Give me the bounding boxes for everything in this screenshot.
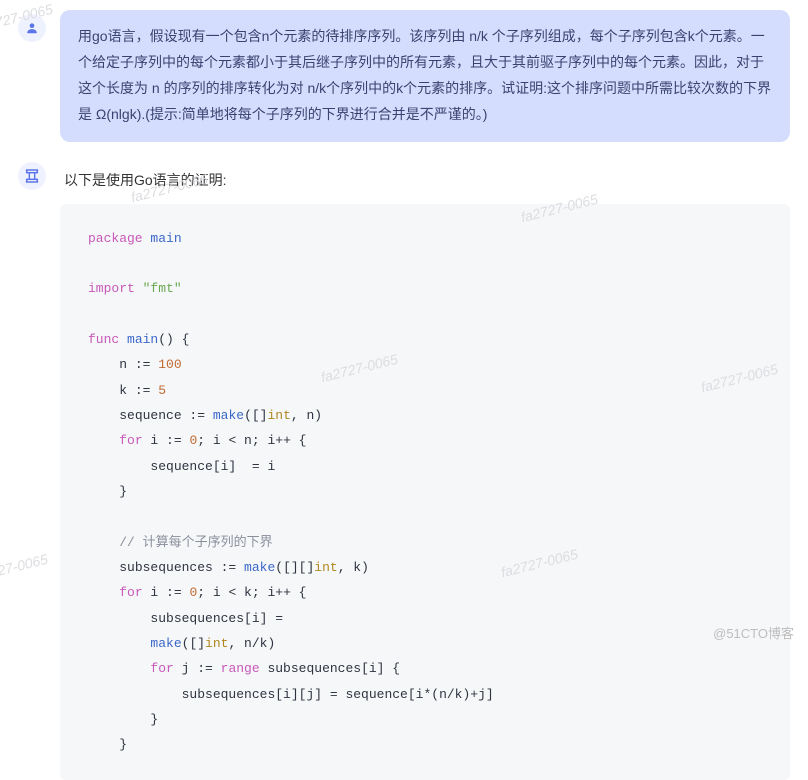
code-token: j :=	[174, 661, 221, 676]
code-token: }	[119, 484, 127, 499]
user-bubble: 用go语言，假设现有一个包含n个元素的待排序序列。该序列由 n/k 个子序列组成…	[60, 10, 790, 142]
code-token: main	[127, 332, 158, 347]
code-token: , n/k)	[228, 636, 275, 651]
user-message-row: 用go语言，假设现有一个包含n个元素的待排序序列。该序列由 n/k 个子序列组成…	[18, 10, 790, 142]
code-token: 100	[158, 357, 181, 372]
code-token: subsequences[i] =	[150, 611, 283, 626]
code-token: }	[119, 737, 127, 752]
code-token: main	[150, 231, 181, 246]
code-token: sequence[i] = i	[150, 459, 275, 474]
code-token: for	[119, 433, 142, 448]
assistant-avatar	[18, 162, 46, 190]
code-token: () {	[158, 332, 189, 347]
brand-attribution: @51CTO博客	[713, 623, 794, 642]
code-token: func	[88, 332, 119, 347]
code-token: package	[88, 231, 143, 246]
code-token: ([][]	[275, 560, 314, 575]
code-token: ([]	[182, 636, 205, 651]
assistant-body: 以下是使用Go语言的证明: package main import "fmt" …	[60, 158, 790, 780]
code-token: "fmt"	[143, 281, 182, 296]
code-token: , k)	[338, 560, 369, 575]
code-token: make	[244, 560, 275, 575]
code-token: k :=	[119, 383, 158, 398]
code-token: range	[221, 661, 260, 676]
code-token: , n)	[291, 408, 322, 423]
user-avatar	[18, 14, 46, 42]
code-token: subsequences :=	[119, 560, 244, 575]
code-token: ; i < k; i++ {	[197, 585, 306, 600]
code-token: subsequences[i] {	[260, 661, 400, 676]
user-icon	[25, 21, 39, 35]
code-token: ([]	[244, 408, 267, 423]
assistant-icon	[24, 168, 40, 184]
code-token: }	[150, 712, 158, 727]
code-token: for	[119, 585, 142, 600]
code-token: sequence :=	[119, 408, 213, 423]
code-token: n :=	[119, 357, 158, 372]
code-block: package main import "fmt" func main() { …	[60, 204, 790, 780]
code-token: 5	[158, 383, 166, 398]
code-token: make	[150, 636, 181, 651]
code-token: int	[267, 408, 290, 423]
code-token: import	[88, 281, 135, 296]
code-token: for	[150, 661, 173, 676]
code-token: make	[213, 408, 244, 423]
user-message-text: 用go语言，假设现有一个包含n个元素的待排序序列。该序列由 n/k 个子序列组成…	[78, 28, 771, 122]
code-token: subsequences[i][j] = sequence[i*(n/k)+j]	[182, 687, 494, 702]
code-token: i :=	[143, 433, 190, 448]
code-token: int	[314, 560, 337, 575]
assistant-intro: 以下是使用Go语言的证明:	[60, 158, 790, 204]
code-token: int	[205, 636, 228, 651]
code-token: i :=	[143, 585, 190, 600]
code-token: ; i < n; i++ {	[197, 433, 306, 448]
assistant-message-row: 以下是使用Go语言的证明: package main import "fmt" …	[18, 158, 790, 780]
code-token: // 计算每个子序列的下界	[119, 535, 272, 550]
